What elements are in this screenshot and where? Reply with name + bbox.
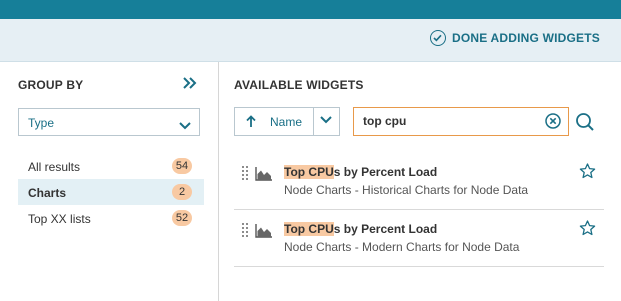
widget-title-rest: s by Percent Load: [333, 165, 438, 179]
group-count-badge: 54: [172, 158, 192, 174]
sort-field-label: Name: [270, 115, 303, 129]
top-bar: [0, 0, 621, 19]
area-chart-icon: [255, 223, 273, 243]
chevron-down-icon: [179, 117, 191, 135]
type-select-value: Type: [28, 116, 55, 130]
sort-control: Name: [234, 107, 340, 136]
widget-list-item[interactable]: Top CPUs by Percent Load Node Charts - H…: [234, 154, 604, 210]
done-adding-widgets-button[interactable]: DONE ADDING WIDGETS: [429, 30, 600, 46]
widget-subtitle: Node Charts - Historical Charts for Node…: [284, 183, 529, 197]
area-chart-icon: [255, 166, 273, 186]
drag-handle-icon[interactable]: [241, 222, 249, 243]
group-item-label: Top XX lists: [28, 212, 91, 226]
available-widgets-title: AVAILABLE WIDGETS: [234, 78, 364, 92]
widget-search-box: [353, 107, 569, 136]
widget-search-input[interactable]: [363, 113, 543, 129]
group-by-title: GROUP BY: [18, 78, 84, 92]
group-item-label: All results: [28, 160, 81, 174]
search-icon[interactable]: [575, 112, 595, 132]
group-item-charts[interactable]: Charts 2: [18, 179, 204, 205]
sort-direction-button[interactable]: Name: [235, 108, 313, 135]
group-item-top-xx-lists[interactable]: Top XX lists 52: [18, 205, 204, 231]
group-by-type-select[interactable]: Type: [18, 108, 200, 136]
group-by-panel: GROUP BY Type All results 54 Charts 2 To…: [0, 62, 219, 301]
search-match-highlight: Top CPU: [284, 222, 334, 236]
widget-list-item[interactable]: Top CPUs by Percent Load Node Charts - M…: [234, 211, 604, 267]
arrow-up-icon: [246, 115, 256, 133]
chevron-down-icon: [320, 116, 332, 124]
available-widgets-panel: AVAILABLE WIDGETS Name Top CPUs by Perce…: [219, 62, 621, 301]
widget-subtitle: Node Charts - Modern Charts for Node Dat…: [284, 240, 520, 254]
search-match-highlight: Top CPU: [284, 165, 334, 179]
group-item-label: Charts: [28, 186, 67, 200]
sort-field-dropdown[interactable]: [313, 108, 340, 135]
header-bar: DONE ADDING WIDGETS: [0, 19, 621, 62]
clear-x-circle-icon[interactable]: [545, 113, 561, 129]
group-item-all-results[interactable]: All results 54: [18, 153, 204, 179]
star-outline-icon[interactable]: [579, 163, 596, 184]
group-count-badge: 2: [172, 184, 192, 200]
double-chevron-right-icon[interactable]: [182, 76, 198, 90]
drag-handle-icon[interactable]: [241, 165, 249, 186]
widget-title: Top CPUs by Percent Load: [284, 165, 437, 179]
check-circle-icon: [429, 30, 446, 46]
done-adding-widgets-label: DONE ADDING WIDGETS: [451, 31, 600, 45]
widget-title: Top CPUs by Percent Load: [284, 222, 437, 236]
widget-title-rest: s by Percent Load: [333, 222, 438, 236]
star-outline-icon[interactable]: [579, 220, 596, 241]
group-count-badge: 52: [172, 210, 192, 226]
